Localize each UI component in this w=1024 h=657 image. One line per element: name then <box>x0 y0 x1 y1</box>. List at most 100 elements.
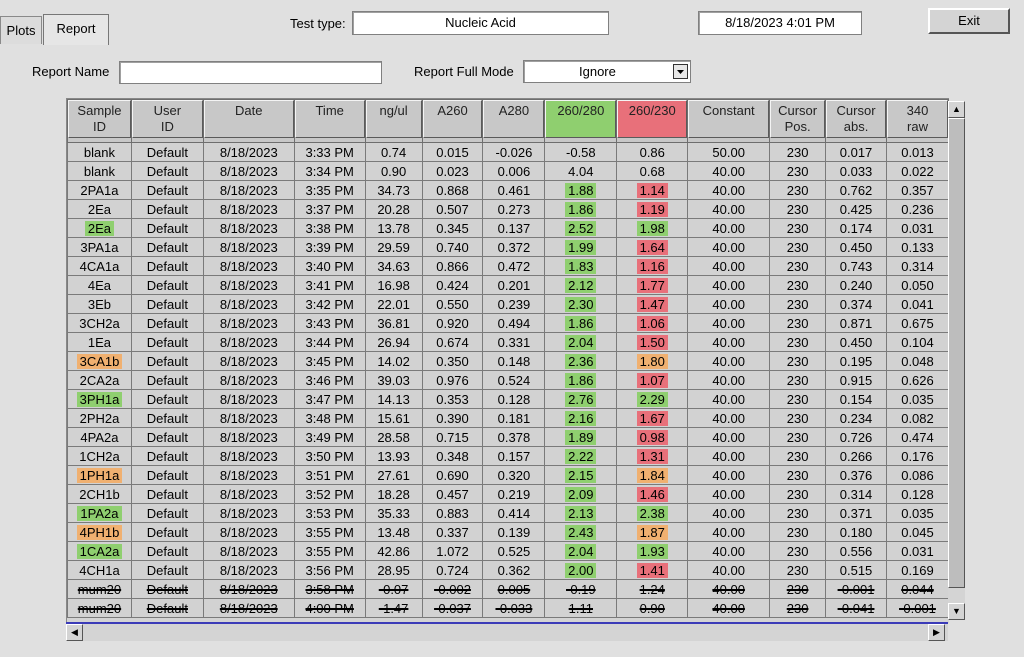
cell-ng-ul: 35.33 <box>364 503 423 523</box>
table-row[interactable]: 4CH1a Default 8/18/2023 3:56 PM 28.95 0.724 0.… <box>67 560 949 580</box>
table-row[interactable]: blank Default 8/18/2023 3:34 PM 0.90 0.023 0.0… <box>67 161 949 181</box>
column-header-cursor-pos[interactable]: Cursor Pos. <box>769 99 827 143</box>
cell-constant: 40.00 <box>687 541 771 561</box>
table-row[interactable]: 2CA2a Default 8/18/2023 3:46 PM 39.03 0.976 0.… <box>67 370 949 390</box>
column-header-cursor-abs[interactable]: Cursor abs. <box>825 99 887 143</box>
cell-time: 3:43 PM <box>293 313 366 333</box>
table-row[interactable]: mum20 Default 8/18/2023 3:58 PM -0.07 -0.002 0… <box>67 579 949 599</box>
scroll-up-button[interactable]: ▲ <box>948 101 965 118</box>
exit-button[interactable]: Exit <box>928 8 1010 34</box>
cell-value: 3:37 PM <box>305 201 354 217</box>
table-row[interactable]: 3Eb Default 8/18/2023 3:42 PM 22.01 0.550 0.23… <box>67 294 949 314</box>
cell-raw-340: 0.236 <box>885 199 949 219</box>
column-header-raw-340[interactable]: 340 raw <box>885 99 949 143</box>
vertical-scrollbar[interactable]: ▲ ▼ <box>948 101 965 620</box>
table-row[interactable]: 4Ea Default 8/18/2023 3:41 PM 16.98 0.424 0.20… <box>67 275 949 295</box>
column-header-box: Sample ID <box>68 100 131 138</box>
cell-value: 0.035 <box>901 505 934 521</box>
table-row[interactable]: 3PH1a Default 8/18/2023 3:47 PM 14.13 0.353 0.… <box>67 389 949 409</box>
cell-value: 230 <box>786 524 809 540</box>
cell-value: 1.07 <box>636 372 668 388</box>
cell-value: Default <box>146 448 188 464</box>
cell-ng-ul: 34.73 <box>364 180 423 200</box>
column-header-user-id[interactable]: User ID <box>130 99 204 143</box>
table-row[interactable]: 2CH1b Default 8/18/2023 3:52 PM 18.28 0.457 0.… <box>67 484 949 504</box>
tab-report[interactable]: Report <box>43 14 109 45</box>
cell-value: 0.180 <box>839 524 873 540</box>
cell-time: 3:45 PM <box>293 351 366 371</box>
test-type-field[interactable]: Nucleic Acid <box>352 11 609 35</box>
column-header-time[interactable]: Time <box>293 99 366 143</box>
cell-time: 3:53 PM <box>293 503 366 523</box>
column-header-text: User <box>153 103 182 118</box>
table-row[interactable]: 3PA1a Default 8/18/2023 3:39 PM 29.59 0.740 0.… <box>67 237 949 257</box>
cell-value: 0.033 <box>839 163 873 179</box>
cell-value: 0.353 <box>436 391 469 407</box>
cell-value: 8/18/2023 <box>219 277 278 293</box>
dropdown-button[interactable] <box>673 64 688 79</box>
table-row[interactable]: 1CH2a Default 8/18/2023 3:50 PM 13.93 0.348 0.… <box>67 446 949 466</box>
cell-a260: 0.390 <box>421 408 484 428</box>
cell-value: 1.84 <box>636 467 668 483</box>
cell-value: 0.006 <box>497 163 531 179</box>
report-full-mode-select[interactable]: Ignore <box>523 60 691 83</box>
column-header-ratio-260-280[interactable]: 260/280 <box>544 99 618 143</box>
cell-ratio-260-280: 1.86 <box>544 313 618 333</box>
cell-value: Default <box>146 315 188 331</box>
table-row[interactable]: 2Ea Default 8/18/2023 3:37 PM 20.28 0.507 0.27… <box>67 199 949 219</box>
cell-value: 40.00 <box>712 182 745 198</box>
table-row[interactable]: 3CH2a Default 8/18/2023 3:43 PM 36.81 0.920 0.… <box>67 313 949 333</box>
column-header-ng-ul[interactable]: ng/ul <box>364 99 423 143</box>
column-header-sample-id[interactable]: Sample ID <box>67 99 132 143</box>
table-row[interactable]: mum20 Default 8/18/2023 4:00 PM -1.47 -0.037 -… <box>67 598 949 618</box>
tab-plots[interactable]: Plots <box>0 16 42 44</box>
table-row[interactable]: 4PH1b Default 8/18/2023 3:55 PM 13.48 0.337 0.… <box>67 522 949 542</box>
table-row[interactable]: 1Ea Default 8/18/2023 3:44 PM 26.94 0.674 0.33… <box>67 332 949 352</box>
column-header-a260[interactable]: A260 <box>421 99 484 143</box>
cell-cursor-pos: 230 <box>769 332 827 352</box>
table-row[interactable]: blank Default 8/18/2023 3:33 PM 0.74 0.015 -0.… <box>67 142 949 162</box>
scroll-down-button[interactable]: ▼ <box>948 603 965 620</box>
cell-value: 3:55 PM <box>305 524 354 540</box>
cell-time: 3:33 PM <box>293 142 366 162</box>
cell-raw-340: 0.035 <box>885 389 949 409</box>
cell-value: 40.00 <box>712 543 745 559</box>
table-row[interactable]: 4PA2a Default 8/18/2023 3:49 PM 28.58 0.715 0.… <box>67 427 949 447</box>
table-row[interactable]: 3CA1b Default 8/18/2023 3:45 PM 14.02 0.350 0.… <box>67 351 949 371</box>
column-header-text: A260 <box>437 103 468 118</box>
cell-value: 3:35 PM <box>305 182 354 198</box>
cell-sample-id: 4PA2a <box>67 427 132 447</box>
table-row[interactable]: 2PA1a Default 8/18/2023 3:35 PM 34.73 0.868 0.… <box>67 180 949 200</box>
column-header-ratio-260-230[interactable]: 260/230 <box>616 99 689 143</box>
cell-value: 0.450 <box>839 239 873 255</box>
scroll-left-button[interactable]: ◀ <box>66 624 83 641</box>
cell-value: 0.457 <box>436 486 469 502</box>
report-table: Sample ID User ID Date Time ng/ul A260 A280 260/2… <box>67 99 949 618</box>
cell-ng-ul: 16.98 <box>364 275 423 295</box>
scroll-thumb[interactable] <box>948 118 965 588</box>
scroll-right-button[interactable]: ▶ <box>928 624 945 641</box>
cell-value: 1.24 <box>639 581 665 597</box>
cell-value: 0.048 <box>901 353 934 369</box>
cell-constant: 40.00 <box>687 275 771 295</box>
table-row[interactable]: 2Ea Default 8/18/2023 3:38 PM 13.78 0.345 0.13… <box>67 218 949 238</box>
table-row[interactable]: 1PH1a Default 8/18/2023 3:51 PM 27.61 0.690 0.… <box>67 465 949 485</box>
column-header-constant[interactable]: Constant <box>687 99 771 143</box>
cell-value: 40.00 <box>712 372 745 388</box>
column-header-a280[interactable]: A280 <box>482 99 546 143</box>
cell-a260: 0.976 <box>421 370 484 390</box>
cell-date: 8/18/2023 <box>202 541 295 561</box>
report-name-input[interactable] <box>119 61 382 84</box>
column-header-date[interactable]: Date <box>202 99 295 143</box>
table-row[interactable]: 1CA2a Default 8/18/2023 3:55 PM 42.86 1.072 0.… <box>67 541 949 561</box>
cell-value: 0.724 <box>436 562 469 578</box>
cell-value: 1Ea <box>87 334 112 350</box>
cell-value: 230 <box>786 296 809 312</box>
horizontal-scrollbar[interactable]: ◀ ▶ <box>66 622 948 641</box>
table-row[interactable]: 2PH2a Default 8/18/2023 3:48 PM 15.61 0.390 0.… <box>67 408 949 428</box>
table-row[interactable]: 4CA1a Default 8/18/2023 3:40 PM 34.63 0.866 0.… <box>67 256 949 276</box>
cell-constant: 40.00 <box>687 161 771 181</box>
table-row[interactable]: 1PA2a Default 8/18/2023 3:53 PM 35.33 0.883 0.… <box>67 503 949 523</box>
cell-value: 34.63 <box>377 258 410 274</box>
column-header-text: 260/280 <box>557 103 605 118</box>
